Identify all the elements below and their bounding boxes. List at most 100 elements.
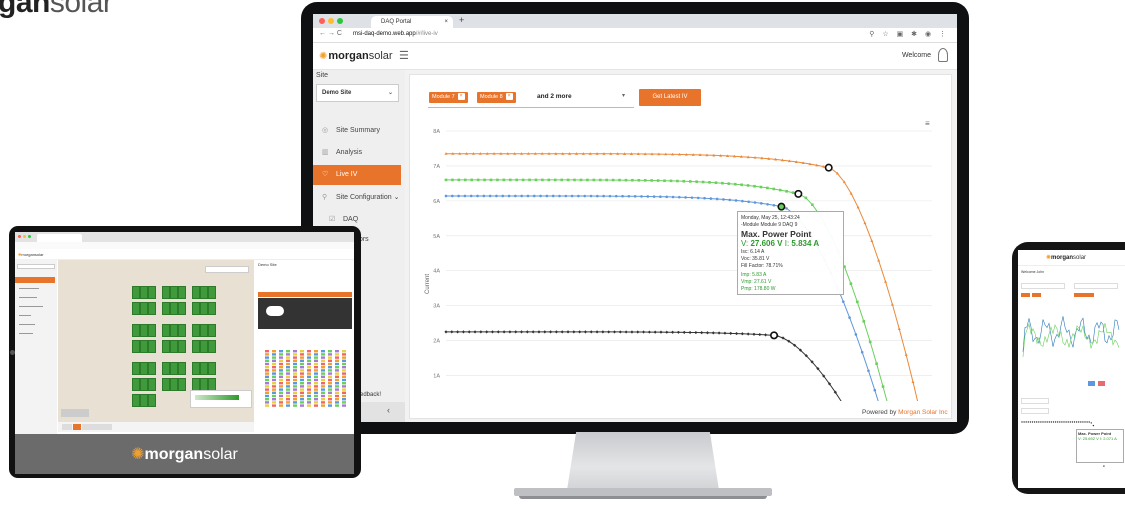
sidebar-item-analysis[interactable]: ▥ Analysis [313, 143, 401, 163]
energy-bar-cell [286, 398, 290, 401]
browser-nav-icons[interactable]: ← → C [319, 30, 342, 37]
morgan-solar-logo[interactable]: ✺morgansolar [319, 50, 393, 62]
iv-data-point [646, 195, 650, 198]
iv-data-point [627, 194, 631, 198]
iv-data-point [560, 178, 563, 182]
iv-data-point [589, 194, 593, 198]
iv-data-point [543, 330, 547, 334]
url-field[interactable]: msi-daq-demo.web.app/#/live-iv [353, 31, 438, 37]
tooltip-voc: Voc: 35.81 V [741, 256, 770, 262]
tablet-close-dot [18, 235, 21, 238]
energy-bar-cell [279, 401, 283, 404]
max-power-point-marker [794, 189, 803, 198]
iv-data-point [444, 194, 448, 198]
tab-close-icon[interactable]: × [444, 16, 448, 28]
sidebar-item-site-configuration[interactable]: ⚲ Site Configuration ⌄ [313, 188, 401, 208]
solar-panel [162, 378, 170, 391]
new-tab-icon[interactable]: + [459, 15, 464, 25]
energy-bar-cell [279, 353, 283, 356]
energy-bar-cell [307, 394, 311, 398]
phone-tooltip: Max. Power Point V: 25.692 V I: 2.071 A [1076, 429, 1124, 463]
iv-data-point [772, 187, 776, 191]
phone-iv-point [1048, 421, 1050, 423]
browser-toolbar-icons[interactable]: ⚲ ☆ ▣ ✱ ◉ ⋮ [869, 30, 949, 38]
phone-iv-point [1103, 465, 1105, 467]
iv-data-point [752, 332, 756, 336]
solar-panel [148, 302, 156, 315]
tablet-browser-tab [37, 234, 82, 242]
browser-tab-title: DAQ Portal [381, 19, 412, 25]
iv-data-point [682, 179, 686, 183]
energy-bar-cell [286, 385, 290, 388]
energy-bar-cell [293, 385, 297, 388]
window-minimize-dot[interactable] [328, 18, 334, 24]
energy-bar-cell [335, 391, 339, 394]
energy-bar-cell [293, 353, 297, 356]
site-select-value: Demo Site [322, 90, 352, 96]
energy-bar-cell [321, 375, 325, 378]
sidebar-item-live-iv[interactable]: ♡ Live IV [313, 165, 401, 185]
energy-bar-cell [342, 401, 346, 404]
y-tick-label: 2A [433, 339, 440, 345]
iv-data-point [482, 194, 486, 198]
tablet-logo-light: solar [34, 252, 44, 257]
tablet-sidebar [15, 259, 57, 434]
iv-data-point [612, 330, 617, 334]
energy-bar-cell [286, 362, 290, 366]
phone-iv-point [1071, 421, 1074, 423]
iv-data-point [566, 178, 570, 182]
browser-tab[interactable]: DAQ Portal × [371, 16, 453, 28]
iv-data-point [461, 330, 466, 334]
company-link[interactable]: Morgan Solar Inc [898, 409, 948, 416]
energy-bar-cell [272, 350, 276, 353]
energy-bar-cell [300, 366, 304, 369]
iv-data-point [849, 282, 853, 285]
solar-panel [208, 340, 216, 353]
iv-data-point [554, 330, 559, 334]
energy-bar-cell [314, 356, 318, 359]
tablet-brand: ✺morgansolar [15, 444, 354, 464]
iv-data-point [785, 207, 788, 210]
energy-bar-cell [300, 369, 304, 372]
energy-bar-cell [335, 378, 339, 382]
energy-bar-cell [272, 369, 276, 372]
iv-data-point [457, 178, 461, 182]
energy-bar-cell [265, 372, 269, 375]
iv-data-point [671, 330, 675, 334]
iv-data-point [534, 178, 538, 182]
energy-bar-cell [335, 369, 339, 372]
iv-data-point [904, 353, 908, 356]
energy-bar-cell [314, 394, 318, 398]
iv-data-point [614, 194, 618, 198]
solar-panel [148, 378, 156, 391]
energy-bar-cell [300, 385, 304, 388]
iv-data-point [841, 300, 845, 303]
energy-bar-cell [300, 398, 304, 401]
iv-data-point [457, 194, 460, 198]
energy-bar-cell [265, 369, 269, 372]
energy-bar-cell [314, 404, 318, 407]
energy-bar-cell [335, 401, 339, 404]
energy-bar-cell [342, 350, 346, 353]
solar-panel [208, 286, 216, 299]
iv-data-point [444, 178, 448, 182]
iv-data-point [473, 330, 477, 334]
energy-bar-cell [293, 391, 297, 394]
iv-data-point [715, 197, 719, 201]
site-select[interactable]: Demo Site ⌄ [316, 84, 399, 102]
sidebar-item-site-summary[interactable]: ◎ Site Summary [313, 121, 401, 141]
energy-bar-cell [286, 378, 290, 382]
energy-bar-cell [279, 385, 283, 388]
phone-iv-point [1033, 421, 1036, 423]
hamburger-menu-icon[interactable]: ☰ [399, 49, 409, 62]
chevron-left-icon[interactable]: ‹ [387, 405, 390, 415]
energy-bar-cell [272, 359, 276, 362]
energy-bar-cell [314, 375, 318, 378]
energy-bar-cell [272, 378, 276, 382]
energy-bar-cell [342, 359, 346, 362]
window-maximize-dot[interactable] [337, 18, 343, 24]
window-close-dot[interactable] [319, 18, 325, 24]
iv-data-point [643, 179, 647, 182]
user-avatar-icon[interactable] [938, 48, 948, 62]
energy-bar-cell [272, 401, 276, 404]
